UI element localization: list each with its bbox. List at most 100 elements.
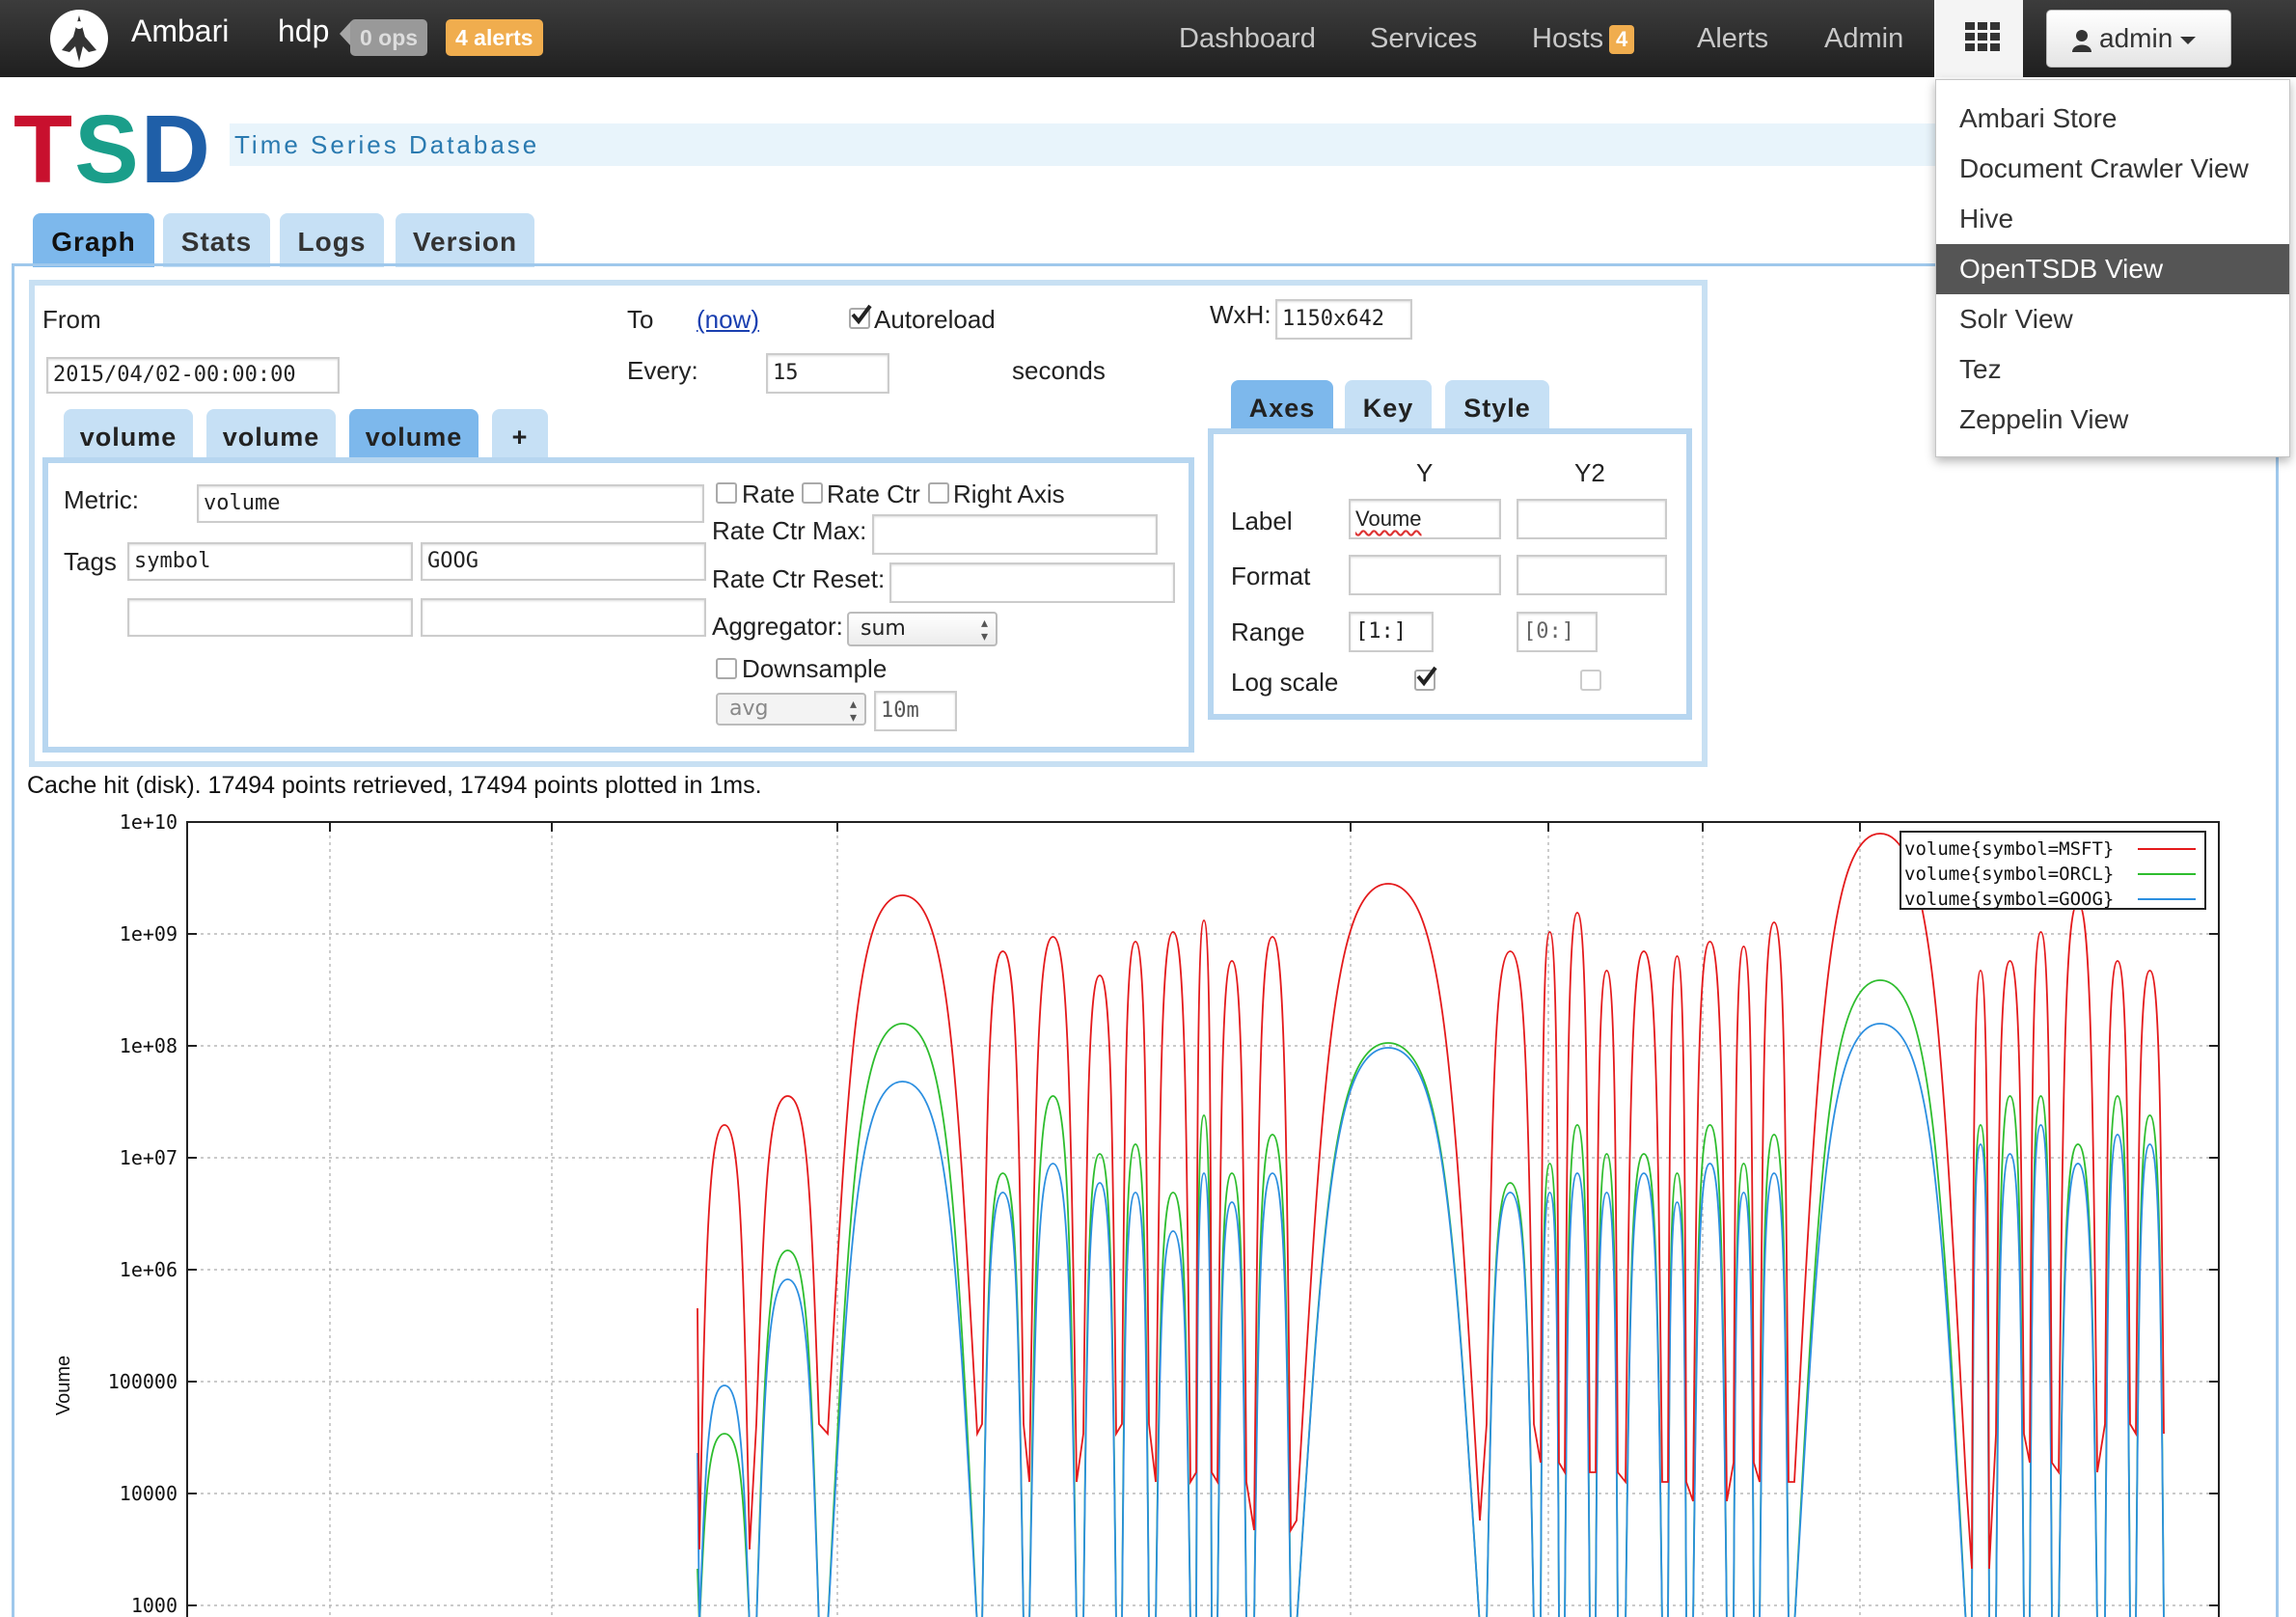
nav-admin[interactable]: Admin	[1824, 23, 1903, 55]
from-label: From	[42, 305, 101, 334]
series-lines	[697, 833, 2165, 1617]
y2-label-input[interactable]	[1517, 499, 1667, 539]
wxh-label: WxH:	[1210, 300, 1271, 329]
rate-ctr-reset-input[interactable]	[889, 562, 1175, 603]
wxh-input[interactable]: 1150x642	[1275, 299, 1412, 340]
legend-label: volume{symbol=GOOG}	[1904, 889, 2114, 910]
tab-key[interactable]: Key	[1345, 380, 1432, 430]
y2-format-input[interactable]	[1517, 555, 1667, 595]
alerts-badge[interactable]: 4 alerts	[446, 19, 543, 56]
downsample-interval-input[interactable]: 10m	[874, 691, 957, 731]
y-axis-ticks: 1e+10 1e+09 1e+08 1e+07 1e+06 100000 10000 1000	[108, 810, 2219, 1617]
metric-tab-1[interactable]: volume	[64, 409, 193, 459]
y-logscale-check-icon	[1416, 666, 1437, 687]
autoreload-check-icon	[851, 304, 872, 325]
y-tick-label: 1e+10	[120, 810, 178, 834]
tag-key-input[interactable]: symbol	[127, 542, 413, 581]
rate-ctr-checkbox[interactable]	[802, 482, 823, 504]
tab-stats[interactable]: Stats	[163, 213, 270, 267]
legend-label: volume{symbol=MSFT}	[1904, 838, 2114, 860]
user-menu-button[interactable]: admin	[2046, 10, 2231, 68]
tab-axes[interactable]: Axes	[1231, 380, 1333, 430]
grid-icon[interactable]	[1965, 22, 2000, 51]
y2-logscale-checkbox[interactable]	[1580, 670, 1601, 691]
title-letter-t: T	[14, 96, 75, 204]
nav-services[interactable]: Services	[1370, 23, 1477, 55]
series-line	[697, 979, 2165, 1617]
downsample-func-select[interactable]: avg ▴ ▾	[716, 693, 866, 726]
y-tick-label: 1e+06	[120, 1258, 178, 1281]
every-input[interactable]: 15	[766, 353, 889, 394]
tab-graph[interactable]: Graph	[33, 213, 154, 267]
downsample-checkbox[interactable]	[716, 658, 737, 679]
legend-label: volume{symbol=ORCL}	[1904, 863, 2114, 885]
nav-dashboard[interactable]: Dashboard	[1179, 23, 1316, 55]
tag-value-input[interactable]: GOOG	[421, 542, 706, 581]
y-range-input[interactable]: [1:]	[1349, 612, 1434, 652]
select-arrows-icon: ▴ ▾	[849, 697, 857, 726]
add-metric-tab[interactable]: +	[492, 409, 548, 459]
ambari-logo-icon[interactable]	[48, 8, 110, 69]
rate-label: Rate	[742, 480, 795, 508]
title-letter-s: S	[74, 96, 141, 204]
right-axis-label: Right Axis	[953, 480, 1065, 508]
from-input[interactable]: 2015/04/02-00:00:00	[46, 357, 340, 394]
page-subtitle: Time Series Database	[230, 123, 1939, 166]
axes-col-y2: Y2	[1574, 458, 1605, 487]
legend: volume{symbol=MSFT} volume{symbol=ORCL} vo…	[1900, 831, 2206, 910]
y2-range-input[interactable]: [0:]	[1517, 612, 1598, 652]
user-name: admin	[2099, 23, 2173, 53]
to-label: To	[627, 305, 654, 334]
metric-label: Metric:	[64, 485, 139, 514]
downsample-func-value: avg	[729, 697, 769, 721]
menu-item-opentsdb-view[interactable]: OpenTSDB View	[1936, 244, 2289, 294]
tab-style[interactable]: Style	[1445, 380, 1549, 430]
y-label-input[interactable]: Voume	[1349, 499, 1501, 539]
tag-value-input-empty[interactable]	[421, 598, 706, 637]
metric-tab-3[interactable]: volume	[349, 409, 478, 459]
y-tick-label: 100000	[108, 1370, 178, 1393]
y-tick-label: 1000	[131, 1594, 178, 1617]
y-tick-label: 10000	[120, 1482, 178, 1505]
menu-item-solr-view[interactable]: Solr View	[1936, 294, 2289, 344]
page-title: TSD	[14, 96, 212, 203]
y-tick-label: 1e+07	[120, 1146, 178, 1169]
rate-ctr-max-input[interactable]	[872, 514, 1158, 555]
chevron-down-icon	[2180, 36, 2197, 44]
aggregator-label: Aggregator:	[712, 612, 843, 641]
seconds-label: seconds	[1012, 356, 1106, 385]
menu-item-document-crawler-view[interactable]: Document Crawler View	[1936, 144, 2289, 194]
y-axis-label: Voume	[53, 1356, 74, 1415]
aggregator-select[interactable]: sum ▴ ▾	[847, 612, 998, 646]
title-letter-d: D	[140, 96, 213, 204]
timeseries-graph[interactable]: 1e+10 1e+09 1e+08 1e+07 1e+06 100000 10000 1000…	[48, 807, 2228, 1617]
metric-tab-2[interactable]: volume	[206, 409, 336, 459]
status-text: Cache hit (disk). 17494 points retrieved…	[27, 772, 762, 799]
nav-alerts[interactable]: Alerts	[1697, 23, 1768, 55]
downsample-label: Downsample	[742, 654, 888, 683]
tab-logs[interactable]: Logs	[280, 213, 384, 267]
menu-item-tez[interactable]: Tez	[1936, 344, 2289, 395]
tab-version[interactable]: Version	[396, 213, 534, 267]
user-icon	[2072, 29, 2091, 52]
rate-ctr-label: Rate Ctr	[827, 480, 920, 508]
nav-hosts[interactable]: Hosts	[1532, 23, 1603, 55]
aggregator-value: sum	[861, 617, 906, 641]
tag-key-input-empty[interactable]	[127, 598, 413, 637]
metric-input[interactable]: volume	[197, 484, 704, 523]
y-format-input[interactable]	[1349, 555, 1501, 595]
views-dropdown-menu: Ambari Store Document Crawler View Hive …	[1935, 79, 2290, 457]
menu-item-ambari-store[interactable]: Ambari Store	[1936, 94, 2289, 144]
y-tick-label: 1e+09	[120, 922, 178, 946]
menu-item-hive[interactable]: Hive	[1936, 194, 2289, 244]
rate-ctr-reset-label: Rate Ctr Reset:	[712, 564, 886, 593]
cluster-name[interactable]: hdp	[278, 14, 329, 49]
brand-name[interactable]: Ambari	[131, 14, 229, 49]
rate-checkbox[interactable]	[716, 482, 737, 504]
plot-border	[186, 821, 2220, 1617]
rate-ctr-max-label: Rate Ctr Max:	[712, 516, 867, 545]
right-axis-checkbox[interactable]	[928, 482, 949, 504]
ops-badge[interactable]: 0 ops	[350, 19, 428, 56]
to-now-link[interactable]: (now)	[697, 305, 759, 335]
menu-item-zeppelin-view[interactable]: Zeppelin View	[1936, 395, 2289, 445]
